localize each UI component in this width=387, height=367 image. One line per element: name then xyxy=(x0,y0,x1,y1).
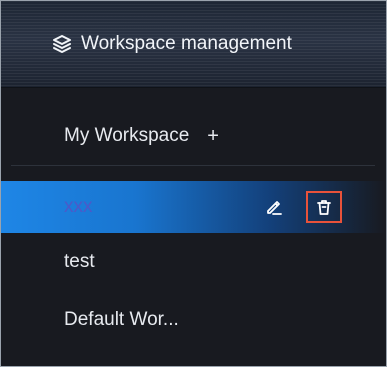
workspace-item-label: xxx xyxy=(64,196,93,217)
panel-title-text: Workspace management xyxy=(81,33,292,54)
workspace-panel: Workspace management My Workspace + xxx xyxy=(0,0,387,367)
my-workspace-label: My Workspace xyxy=(64,125,190,146)
my-workspace-heading: My Workspace + xyxy=(64,123,219,149)
workspace-item-default[interactable]: Default Wor... xyxy=(1,294,386,346)
trash-icon xyxy=(315,198,333,216)
delete-workspace-button[interactable] xyxy=(306,191,342,223)
panel-title: Workspace management xyxy=(51,31,292,57)
panel-header: Workspace management xyxy=(1,1,386,88)
workspace-item-test[interactable]: test xyxy=(1,236,386,288)
workspace-item-label: Default Wor... xyxy=(64,309,179,330)
workspace-item-label: test xyxy=(64,251,95,272)
layers-icon xyxy=(51,33,73,55)
workspace-item-xxx[interactable]: xxx xyxy=(1,181,386,233)
section-divider xyxy=(11,165,375,166)
add-workspace-button[interactable]: + xyxy=(207,126,219,146)
edit-icon[interactable] xyxy=(264,197,284,217)
